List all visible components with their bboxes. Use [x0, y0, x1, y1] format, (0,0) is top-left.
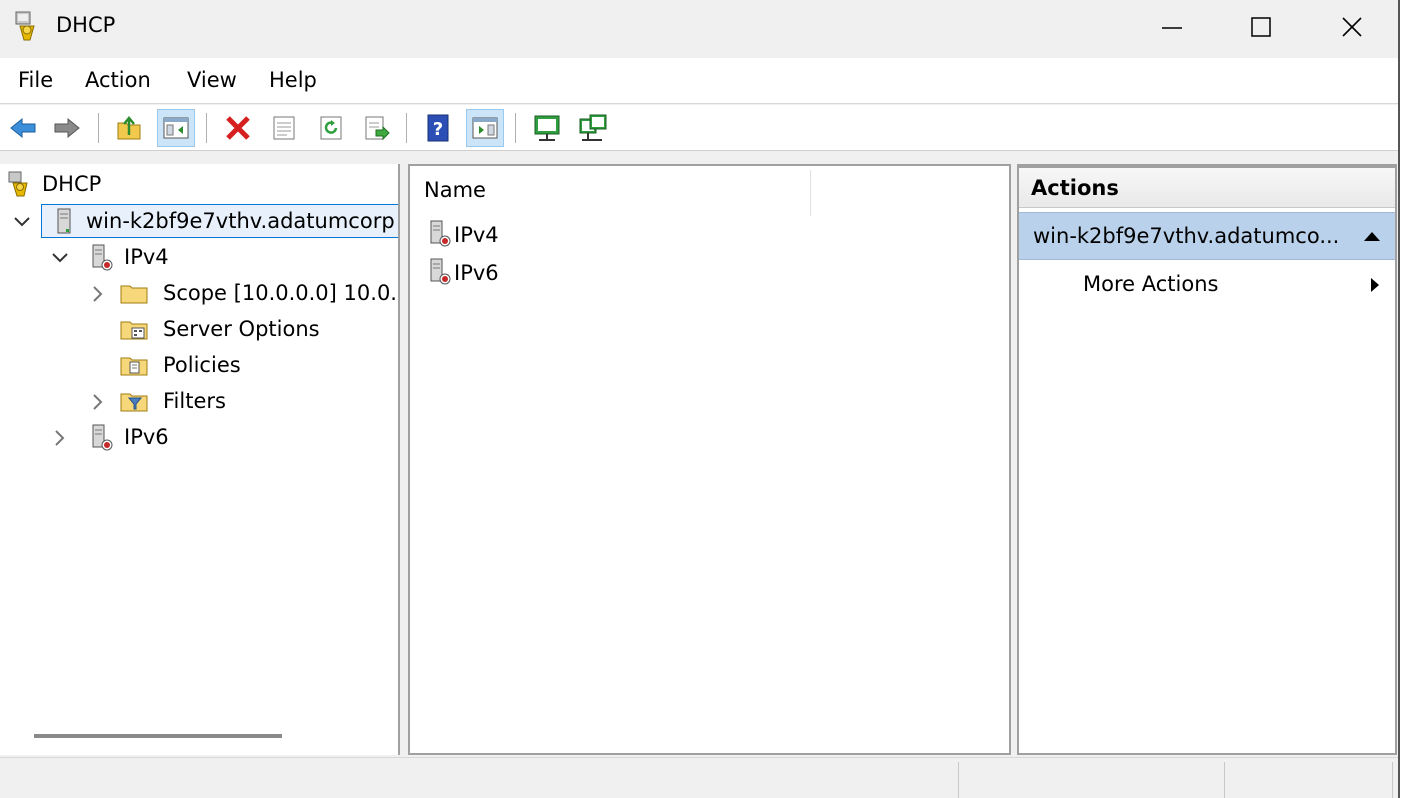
- expand-chevron-icon[interactable]: [88, 392, 108, 412]
- toolbar-separator: [206, 113, 207, 143]
- results-pane: Name IPv4 IPv6: [408, 164, 1011, 755]
- ipv6-icon: [88, 423, 116, 451]
- show-hide-console-tree-icon: [163, 117, 189, 139]
- status-bar: [0, 757, 1398, 798]
- show-hide-action-pane-button[interactable]: [466, 109, 504, 147]
- ipv4-icon: [88, 243, 116, 271]
- tree-label-server-options: Server Options: [163, 317, 320, 341]
- toolbar-separator: [98, 113, 99, 143]
- column-header-name[interactable]: Name: [424, 178, 486, 202]
- expand-chevron-icon[interactable]: [88, 284, 108, 304]
- tree-node-server[interactable]: win-k2bf9e7vthv.adatumcorp: [41, 204, 398, 238]
- dhcp-app-icon: [12, 10, 42, 44]
- actions-title: Actions: [1031, 176, 1119, 200]
- menu-file[interactable]: File: [18, 68, 53, 92]
- actions-pane: Actions win-k2bf9e7vthv.adatumco... More…: [1017, 164, 1397, 755]
- refresh-icon: [320, 116, 342, 140]
- menu-bar: File Action View Help: [0, 58, 1398, 104]
- tree-node-scope[interactable]: Scope [10.0.0.0] 10.0.0.: [120, 276, 400, 310]
- close-icon: [1342, 17, 1362, 37]
- submenu-arrow-icon: [1371, 278, 1379, 292]
- manage-servers-icon: [579, 114, 607, 141]
- actions-header: Actions: [1019, 168, 1395, 208]
- tree-label-scope: Scope [10.0.0.0] 10.0.0.: [163, 281, 400, 305]
- delete-icon: [226, 116, 250, 140]
- ipv4-icon: [426, 219, 454, 252]
- console-tree-pane: DHCP win-k2bf9e7vthv.adatumcorp IPv4 Sco…: [0, 164, 400, 755]
- title-bar: DHCP: [0, 0, 1398, 58]
- status-divider: [958, 762, 959, 798]
- column-divider[interactable]: [810, 170, 811, 216]
- up-one-level-button[interactable]: [110, 109, 148, 147]
- forward-button[interactable]: [48, 109, 86, 147]
- authorize-server-icon: [534, 115, 560, 141]
- properties-icon: [273, 116, 295, 140]
- export-list-button[interactable]: [358, 109, 396, 147]
- export-list-icon: [365, 116, 390, 141]
- collapse-chevron-icon[interactable]: [12, 212, 32, 232]
- dhcp-icon: [6, 170, 34, 198]
- actions-group-label: win-k2bf9e7vthv.adatumco...: [1033, 224, 1340, 248]
- back-button[interactable]: [4, 109, 42, 147]
- forward-arrow-icon: [54, 117, 80, 139]
- tree-label-policies: Policies: [163, 353, 241, 377]
- help-icon: ?: [427, 114, 449, 142]
- toolbar-separator: [515, 113, 516, 143]
- show-hide-action-pane-icon: [472, 117, 498, 139]
- tree-label-ipv4: IPv4: [124, 245, 169, 269]
- minimize-button[interactable]: [1126, 0, 1218, 54]
- tree-node-ipv6[interactable]: IPv6: [88, 420, 169, 454]
- tree-label-server: win-k2bf9e7vthv.adatumcorp: [86, 209, 395, 233]
- svg-text:?: ?: [433, 119, 443, 140]
- maximize-icon: [1251, 17, 1271, 37]
- manage-servers-button[interactable]: [574, 109, 612, 147]
- menu-view[interactable]: View: [187, 68, 237, 92]
- tree-label-dhcp: DHCP: [42, 172, 102, 196]
- tree-node-filters[interactable]: Filters: [120, 384, 226, 418]
- collapse-chevron-icon[interactable]: [50, 248, 70, 268]
- expand-chevron-icon[interactable]: [50, 428, 70, 448]
- show-hide-console-tree-button[interactable]: [157, 109, 195, 147]
- server-icon: [50, 207, 78, 235]
- scope-folder-icon: [120, 279, 148, 307]
- list-item-ipv4[interactable]: IPv4: [426, 218, 499, 252]
- status-divider: [1224, 762, 1225, 798]
- authorize-server-button[interactable]: [528, 109, 566, 147]
- delete-button[interactable]: [219, 109, 257, 147]
- toolbar-separator: [406, 113, 407, 143]
- horizontal-scrollbar-thumb[interactable]: [34, 734, 282, 738]
- refresh-button[interactable]: [312, 109, 350, 147]
- maximize-button[interactable]: [1215, 0, 1307, 54]
- window-edge: [1398, 0, 1402, 798]
- tree-label-ipv6: IPv6: [124, 425, 169, 449]
- server-options-icon: [120, 315, 148, 343]
- help-button[interactable]: ?: [419, 109, 457, 147]
- tree-node-server-options[interactable]: Server Options: [120, 312, 320, 346]
- menu-action[interactable]: Action: [85, 68, 151, 92]
- properties-button[interactable]: [265, 109, 303, 147]
- collapse-caret-icon[interactable]: [1363, 229, 1381, 243]
- more-actions-item[interactable]: More Actions: [1083, 272, 1218, 296]
- tree-label-filters: Filters: [163, 389, 226, 413]
- list-item-label: IPv4: [454, 223, 499, 247]
- close-button[interactable]: [1306, 0, 1398, 54]
- policies-icon: [120, 351, 148, 379]
- up-folder-icon: [117, 116, 141, 140]
- status-divider: [1392, 762, 1393, 798]
- actions-group-server[interactable]: win-k2bf9e7vthv.adatumco...: [1019, 212, 1395, 260]
- column-header-row: Name: [410, 166, 1009, 216]
- minimize-icon: [1162, 27, 1182, 29]
- list-item-label: IPv6: [454, 261, 499, 285]
- menu-help[interactable]: Help: [269, 68, 317, 92]
- toolbar: ?: [0, 105, 1398, 151]
- back-arrow-icon: [10, 117, 36, 139]
- list-item-ipv6[interactable]: IPv6: [426, 256, 499, 290]
- ipv6-icon: [426, 257, 454, 290]
- tree-node-ipv4[interactable]: IPv4: [88, 240, 169, 274]
- tree-node-dhcp[interactable]: DHCP: [6, 167, 101, 201]
- filters-icon: [120, 387, 148, 415]
- tree-node-policies[interactable]: Policies: [120, 348, 241, 382]
- window-title: DHCP: [56, 13, 116, 37]
